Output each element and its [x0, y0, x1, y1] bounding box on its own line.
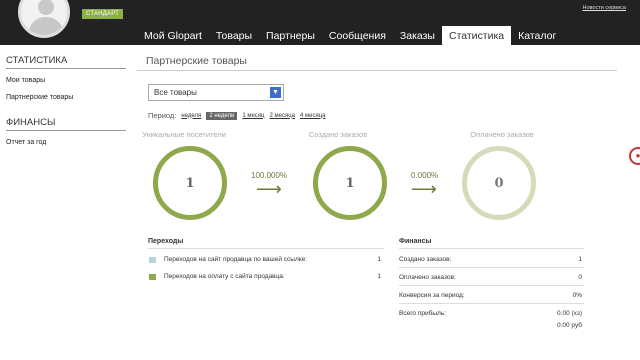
news-link[interactable]: Новости сервиса: [583, 5, 627, 11]
orders-label: Создано заказов: [308, 130, 368, 139]
period-option-2-months[interactable]: 2 месяца: [269, 113, 295, 119]
plan-badge: СТАНДАРТ: [82, 9, 123, 19]
finance-divider: [399, 248, 584, 249]
finance-row-value: 1: [578, 256, 582, 263]
transitions-row-value: 1: [377, 256, 381, 263]
transitions-row-label: Переходов на оплату с сайта продавца:: [164, 273, 285, 280]
main-content: Партнерские товары Все товары ▼ Период: …: [137, 55, 617, 329]
nav-item-products[interactable]: Товары: [209, 26, 259, 45]
transitions-heading: Переходы: [148, 238, 184, 245]
help-icon[interactable]: ●: [629, 147, 640, 165]
arrow-right-icon: ⟶: [256, 179, 282, 199]
finance-row-divider: [399, 303, 584, 304]
finance-row-label: Создано заказов:: [399, 256, 452, 263]
avatar-body-shape: [29, 17, 63, 35]
page-title: Партнерские товары: [137, 55, 617, 71]
period-option-week[interactable]: неделя: [181, 113, 201, 119]
finance-row-value: 0: [578, 274, 582, 281]
finance-row-value: 0.00 (хз): [557, 310, 582, 317]
nav-item-orders[interactable]: Заказы: [393, 26, 442, 45]
transitions-divider: [148, 248, 384, 249]
nav-item-statistics[interactable]: Статистика: [441, 26, 512, 45]
sidebar-item-partner-products[interactable]: Партнерские товары: [6, 94, 126, 101]
sidebar-item-my-products[interactable]: Мои товары: [6, 77, 126, 84]
finance-row-value: 0%: [572, 292, 582, 299]
finance-row-label: Конверсия за период:: [399, 292, 465, 299]
transitions-row-value: 1: [377, 273, 381, 280]
paid-label: Оплачено заказов: [470, 130, 534, 139]
finance-row-label: Оплачено заказов:: [399, 274, 456, 281]
nav-item-partners[interactable]: Партнеры: [259, 26, 322, 45]
period-option-2-weeks[interactable]: 2 недели: [206, 111, 238, 120]
period-label: Период:: [148, 111, 177, 120]
sidebar-item-yearly-report[interactable]: Отчет за год: [6, 139, 126, 146]
product-select[interactable]: Все товары ▼: [148, 84, 284, 101]
finance-row-divider: [399, 267, 584, 268]
avatar[interactable]: [18, 0, 70, 38]
period-selector: Период: неделя 2 недели 1 месяц 2 месяца…: [148, 111, 325, 120]
finance-row-label: Всего прибыль:: [399, 310, 446, 317]
orders-circle: 1: [313, 146, 387, 220]
sidebar-heading-statistics: СТАТИСТИКА: [6, 55, 126, 69]
visitors-label: Уникальные посетители: [142, 130, 226, 139]
avatar-head-shape: [38, 0, 54, 15]
finance-row-value-rub: 0.00 руб: [556, 322, 582, 329]
chevron-down-icon[interactable]: ▼: [270, 87, 281, 98]
legend-swatch-green: [149, 274, 156, 280]
finance-row-divider: [399, 285, 584, 286]
period-option-4-months[interactable]: 4 месяца: [300, 113, 326, 119]
legend-swatch-blue: [149, 257, 156, 263]
period-option-1-month[interactable]: 1 месяц: [242, 113, 264, 119]
main-nav: Мой Glopart Товары Партнеры Сообщения За…: [137, 26, 563, 45]
finance-heading: Финансы: [399, 238, 432, 245]
product-select-value: Все товары: [154, 88, 197, 97]
top-bar: СТАНДАРТ Новости сервиса Мой Glopart Тов…: [0, 0, 640, 45]
sidebar-heading-finance: ФИНАНСЫ: [6, 117, 126, 131]
paid-circle: 0: [462, 146, 536, 220]
nav-item-messages[interactable]: Сообщения: [322, 26, 393, 45]
nav-item-catalog[interactable]: Каталог: [511, 26, 563, 45]
arrow-right-icon: ⟶: [411, 179, 437, 199]
transitions-row-label: Переходов на сайт продавца по вашей ссыл…: [164, 256, 308, 263]
nav-item-my-glopart[interactable]: Мой Glopart: [137, 26, 209, 45]
visitors-circle: 1: [153, 146, 227, 220]
sidebar: СТАТИСТИКА Мои товары Партнерские товары…: [6, 55, 126, 156]
